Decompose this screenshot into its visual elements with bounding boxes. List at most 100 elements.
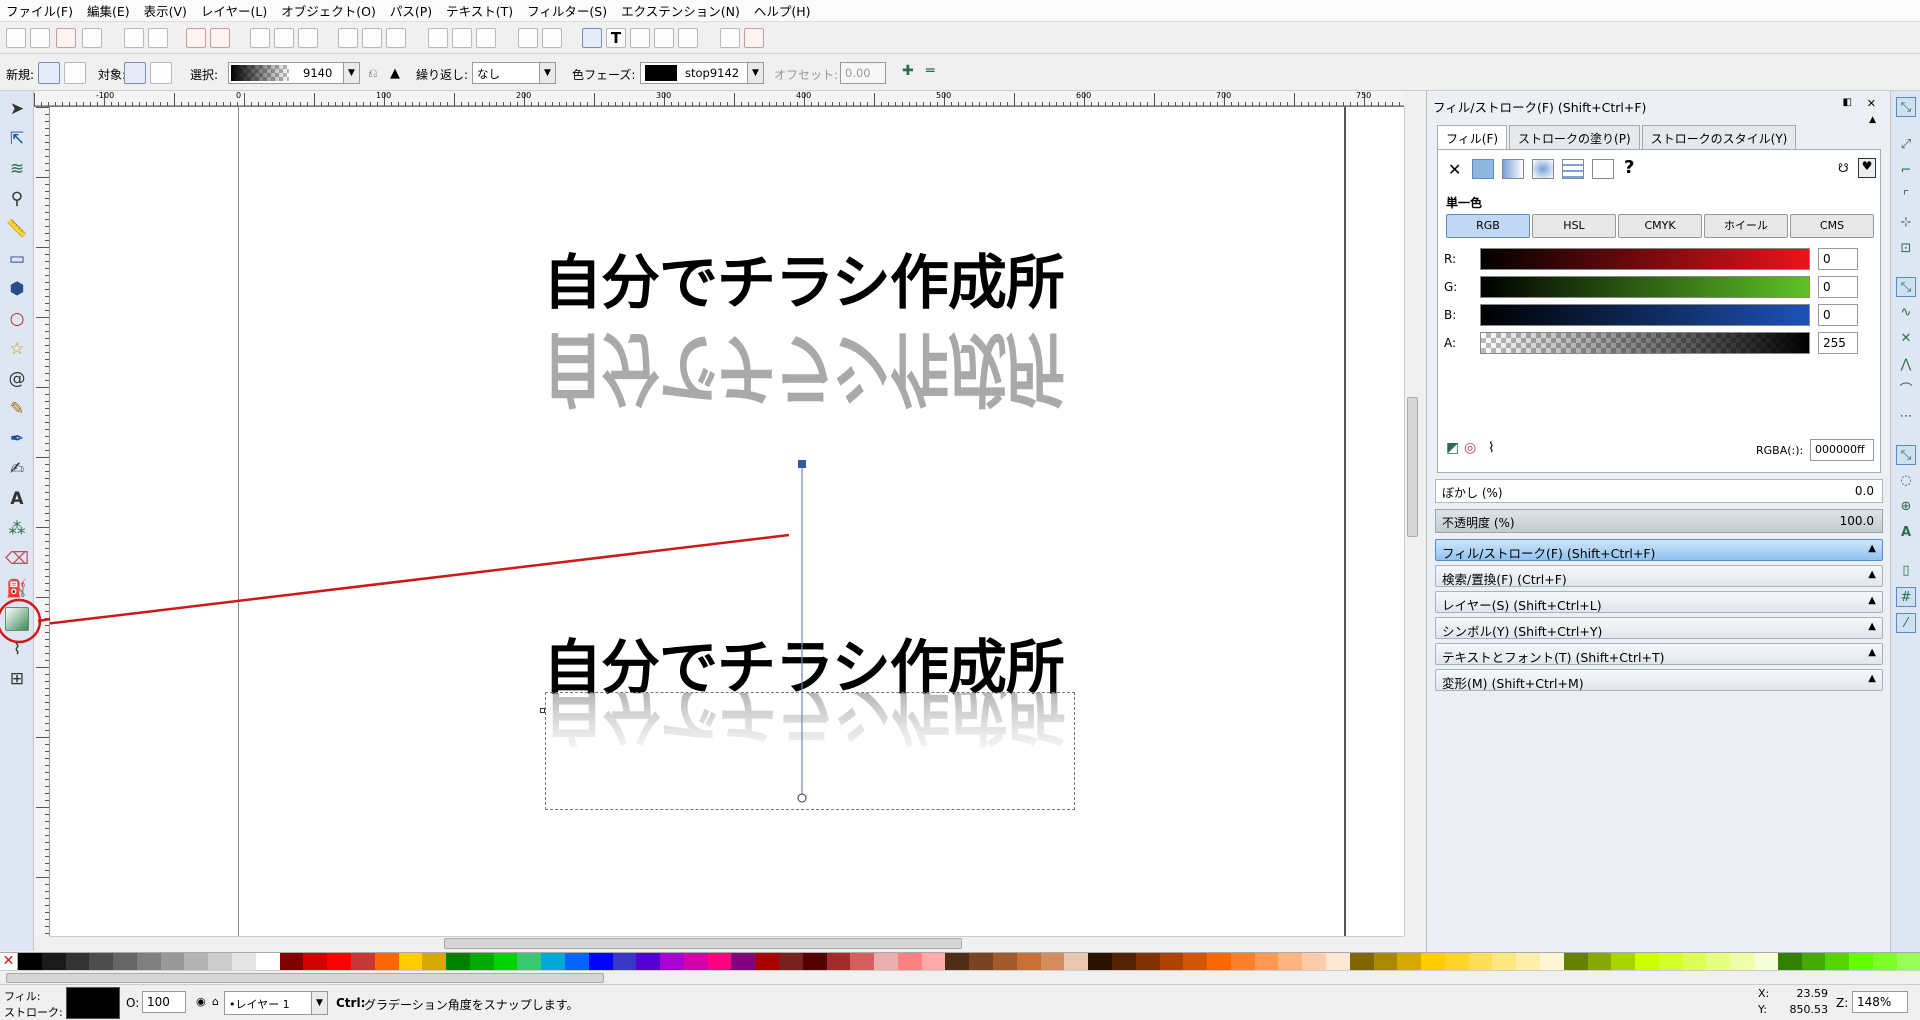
layers-dialog-icon[interactable] <box>630 28 650 48</box>
save-icon[interactable] <box>56 28 76 48</box>
no-paint-icon[interactable]: ✕ <box>1448 160 1461 179</box>
pen-tool-icon[interactable]: ✒ <box>5 427 29 451</box>
snap-intersection-icon[interactable]: ✕ <box>1896 329 1916 349</box>
measure-tool-icon[interactable]: 📏 <box>5 217 29 241</box>
mode-cmyk[interactable]: CMYK <box>1618 214 1702 238</box>
tab-fill[interactable]: フィル(F) <box>1437 125 1508 149</box>
text-tool-icon[interactable]: A <box>5 487 29 511</box>
palette-swatch[interactable] <box>921 953 946 970</box>
palette-swatch[interactable] <box>136 953 161 970</box>
text-font-dialog-icon[interactable]: T <box>606 28 626 48</box>
palette-swatch[interactable] <box>18 953 42 970</box>
palette-swatch[interactable] <box>1064 953 1089 970</box>
fill-indicator[interactable] <box>66 987 120 1019</box>
palette-swatch[interactable] <box>874 953 898 970</box>
none-color-icon[interactable]: ✕ <box>0 953 18 970</box>
scroll-thumb[interactable] <box>6 973 604 983</box>
palette-swatch[interactable] <box>422 953 447 970</box>
spray-tool-icon[interactable]: ⁂ <box>5 517 29 541</box>
palette-swatch[interactable] <box>1230 953 1255 970</box>
palette-swatch[interactable] <box>1016 953 1041 970</box>
link-icon[interactable]: ⎌ <box>368 66 378 81</box>
export-icon[interactable] <box>148 28 168 48</box>
paste-icon[interactable] <box>298 28 318 48</box>
import-icon[interactable] <box>124 28 144 48</box>
g-slider[interactable] <box>1480 276 1810 298</box>
palette-swatch[interactable] <box>1254 953 1279 970</box>
ungroup-icon[interactable] <box>542 28 562 48</box>
snap-grid-icon[interactable]: # <box>1896 587 1916 607</box>
palette-swatch[interactable] <box>446 953 470 970</box>
repeat-select[interactable]: なし ▼ <box>472 62 556 84</box>
preferences-icon[interactable] <box>720 28 740 48</box>
horizontal-scrollbar[interactable] <box>50 936 1404 950</box>
new-document-icon[interactable] <box>6 28 26 48</box>
gradient-start-handle[interactable] <box>798 460 806 468</box>
ellipse-tool-icon[interactable]: ○ <box>5 307 29 331</box>
palette-swatch[interactable] <box>303 953 328 970</box>
palette-swatch[interactable] <box>160 953 185 970</box>
mode-rgb[interactable]: RGB <box>1446 214 1530 238</box>
blur-spinbox[interactable]: ぼかし (%) 0.0 <box>1435 479 1883 503</box>
pencil-tool-icon[interactable]: ✎ <box>5 397 29 421</box>
new-radial-gradient-button[interactable] <box>64 62 86 84</box>
new-linear-gradient-button[interactable] <box>38 62 60 84</box>
dock-text-font[interactable]: テキストとフォント(T) (Shift+Ctrl+T) ▲ <box>1435 643 1883 665</box>
palette-swatch[interactable] <box>1302 953 1326 970</box>
scroll-thumb[interactable] <box>1407 397 1418 537</box>
connector-tool-icon[interactable]: ⊞ <box>5 667 29 691</box>
dock-symbols[interactable]: シンボル(Y) (Shift+Ctrl+Y) ▲ <box>1435 617 1883 639</box>
mode-wheel[interactable]: ホイール <box>1704 214 1788 238</box>
snap-bbox-corner-icon[interactable]: ⌜ <box>1896 187 1916 207</box>
snap-cusp-icon[interactable]: ⋀ <box>1896 355 1916 375</box>
zoom-drawing-icon[interactable] <box>362 28 382 48</box>
palette-swatch[interactable] <box>564 953 589 970</box>
xml-editor-icon[interactable] <box>654 28 674 48</box>
palette-swatch[interactable] <box>1587 953 1612 970</box>
reverse-gradient-icon[interactable]: ▲ <box>390 66 400 81</box>
cut-icon[interactable] <box>274 28 294 48</box>
delete-stop-icon[interactable]: ═ <box>926 63 934 79</box>
zoom-selection-icon[interactable] <box>338 28 358 48</box>
palette-swatch[interactable] <box>1706 953 1731 970</box>
palette-swatch[interactable] <box>469 953 494 970</box>
palette-swatch[interactable] <box>255 953 280 970</box>
palette-swatch[interactable] <box>493 953 518 970</box>
drawing-canvas[interactable]: 自分でチラシ作成所 自分でチラシ作成所 自分でチラシ作成所 自分でチラシ作成所 <box>50 107 1404 936</box>
palette-swatch[interactable] <box>636 953 661 970</box>
target-stroke-button[interactable] <box>150 62 172 84</box>
palette-swatch[interactable] <box>1373 953 1398 970</box>
clone-icon[interactable] <box>452 28 472 48</box>
palette-swatch[interactable] <box>1849 953 1873 970</box>
color-managed-icon[interactable]: ◩ <box>1446 440 1459 456</box>
palette-swatch[interactable] <box>517 953 542 970</box>
palette-swatch[interactable] <box>1111 953 1136 970</box>
flat-color-icon[interactable] <box>1472 159 1494 179</box>
palette-swatch[interactable] <box>660 953 684 970</box>
snap-others-icon[interactable]: ⤡ <box>1896 445 1916 465</box>
radial-gradient-icon[interactable] <box>1532 159 1554 179</box>
palette-swatch[interactable] <box>232 953 256 970</box>
snap-page-border-icon[interactable]: ▯ <box>1896 561 1916 581</box>
gradient-select[interactable]: 9140 ▼ <box>228 62 360 84</box>
unset-paint-icon[interactable]: ? <box>1624 157 1634 178</box>
insert-stop-icon[interactable]: ✚ <box>902 63 914 79</box>
fill-rule-evenodd-icon[interactable]: ☋ <box>1838 161 1849 175</box>
b-slider[interactable] <box>1480 304 1810 326</box>
palette-swatch[interactable] <box>1730 953 1755 970</box>
palette-swatch[interactable] <box>1159 953 1184 970</box>
rectangle-tool-icon[interactable]: ▭ <box>5 247 29 271</box>
dock-fill-stroke[interactable]: フィル/ストローク(F) (Shift+Ctrl+F) ▲ <box>1435 539 1883 561</box>
lock-icon[interactable]: ⌂ <box>212 995 219 1008</box>
palette-swatch[interactable] <box>1088 953 1112 970</box>
palette-swatch[interactable] <box>1183 953 1208 970</box>
palette-swatch[interactable] <box>1325 953 1350 970</box>
palette-swatch[interactable] <box>1207 953 1231 970</box>
snap-bbox-center-icon[interactable]: ⊡ <box>1896 239 1916 259</box>
opacity-spinbox[interactable]: 不透明度 (%) 100.0 <box>1435 509 1883 533</box>
tab-stroke-paint[interactable]: ストロークの塗り(P) <box>1509 125 1640 149</box>
palette-swatch[interactable] <box>1658 953 1683 970</box>
menu-view[interactable]: 表示(V) <box>144 1 187 20</box>
print-icon[interactable] <box>82 28 102 48</box>
r-value-input[interactable]: 0 <box>1818 248 1858 270</box>
